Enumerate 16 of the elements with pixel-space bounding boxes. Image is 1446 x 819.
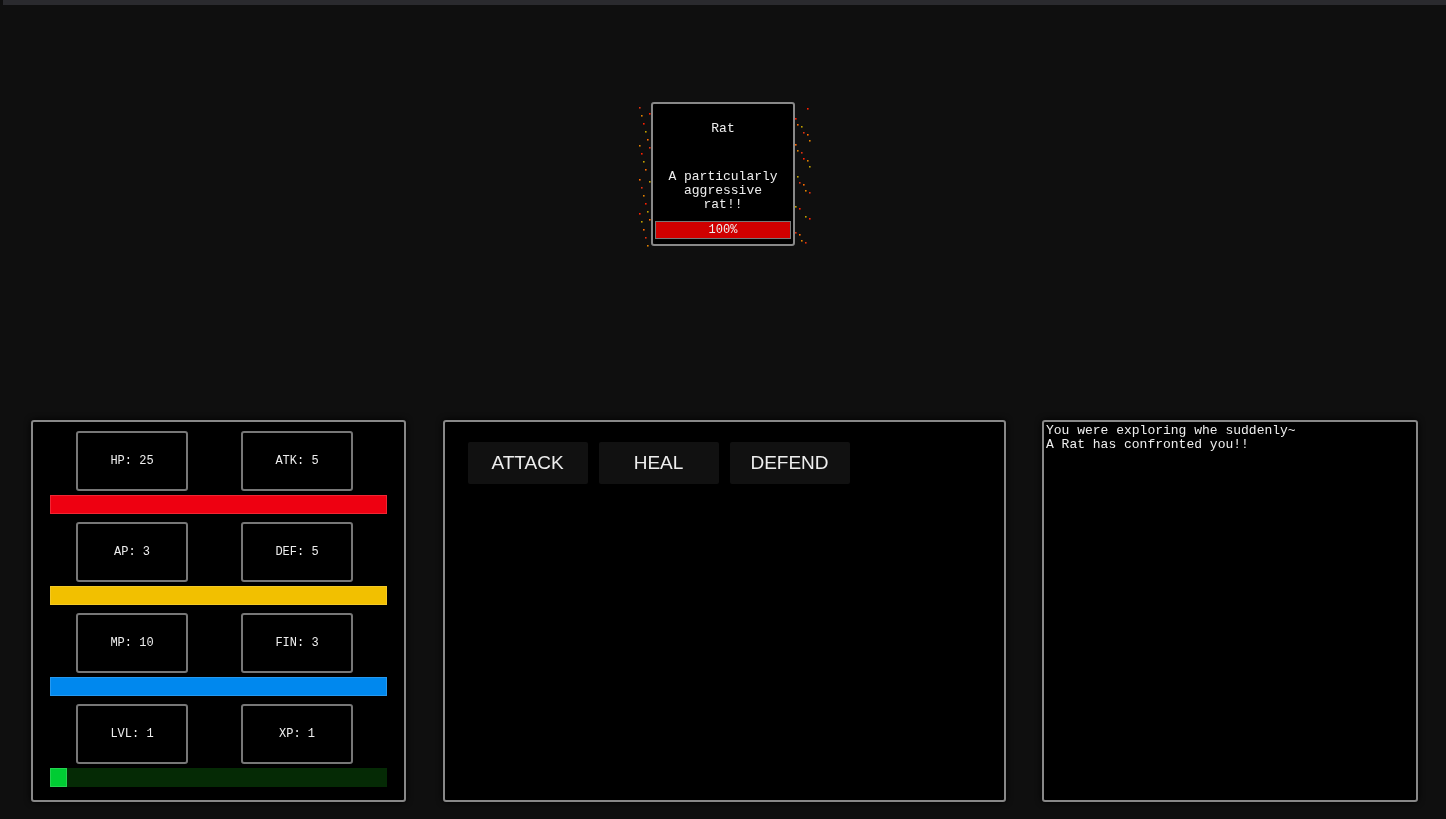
stat-box: DEF: 5 bbox=[241, 522, 353, 582]
stat-box: ATK: 5 bbox=[241, 431, 353, 491]
stat-box: HP: 25 bbox=[76, 431, 188, 491]
action-button[interactable]: ATTACK bbox=[467, 442, 588, 484]
health-reading: 100% bbox=[707, 221, 739, 238]
stat-box: XP: 1 bbox=[241, 704, 353, 764]
action-button[interactable]: HEAL bbox=[598, 442, 719, 484]
log-line: A Rat has confronted you!! bbox=[1046, 438, 1250, 452]
enemy-description: A particularly aggressive rat!! bbox=[667, 169, 779, 212]
stat-box: AP: 3 bbox=[76, 522, 188, 582]
stat-box: FIN: 3 bbox=[241, 613, 353, 673]
enemy-name: Rat bbox=[710, 120, 736, 138]
stat-box: LVL: 1 bbox=[76, 704, 188, 764]
stat-box: MP: 10 bbox=[76, 613, 188, 673]
action-button[interactable]: DEFEND bbox=[729, 442, 850, 484]
log-line: You were exploring whe suddenly~ bbox=[1046, 424, 1297, 438]
